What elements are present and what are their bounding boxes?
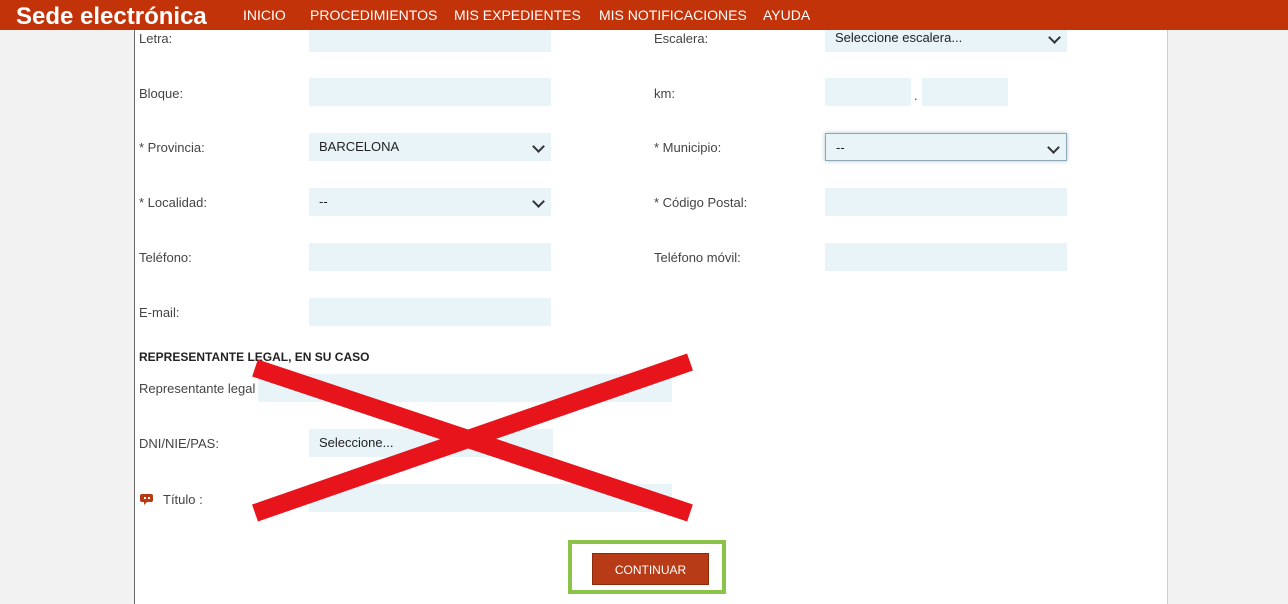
nav-mis-expedientes[interactable]: MIS EXPEDIENTES [454,6,581,24]
bloque-input[interactable] [309,78,551,106]
dni-select[interactable]: Seleccione... [309,429,553,457]
site-brand[interactable]: Sede electrónica [16,4,207,30]
letra-label: Letra: [139,31,173,46]
speech-bubble-icon [140,494,153,505]
nav-procedimientos[interactable]: PROCEDIMIENTOS [310,6,437,24]
chevron-down-icon [532,140,545,153]
titulo-input[interactable] [309,484,672,512]
dni-select-value: Seleccione... [319,435,394,450]
localidad-select-value: -- [319,194,328,209]
representante-section-title: REPRESENTANTE LEGAL, EN SU CASO [139,350,370,364]
chevron-down-icon [1048,31,1061,44]
continuar-button[interactable]: CONTINUAR [592,553,709,585]
provincia-label: * Provincia: [139,140,205,155]
chevron-down-icon [1047,141,1060,154]
localidad-select[interactable]: -- [309,188,551,216]
municipio-label: * Municipio: [654,140,722,155]
escalera-label: Escalera: [654,31,709,46]
municipio-select-value: -- [836,140,845,155]
representante-input[interactable] [258,374,672,402]
nav-inicio[interactable]: INICIO [243,6,286,24]
km-input-decimal[interactable] [922,78,1008,106]
email-label: E-mail: [139,305,180,320]
escalera-select-value: Seleccione escalera... [835,30,963,45]
nav-mis-notificaciones[interactable]: MIS NOTIFICACIONES [599,6,747,24]
nav-ayuda[interactable]: AYUDA [763,6,810,24]
provincia-select[interactable]: BARCELONA [309,133,551,161]
email-input[interactable] [309,298,551,326]
form-panel [134,0,1168,604]
codigo-postal-input[interactable] [825,188,1067,216]
telefono-label: Teléfono: [139,250,192,265]
km-label: km: [654,86,675,101]
top-navigation-bar: Sede electrónica INICIO PROCEDIMIENTOS M… [0,0,1288,30]
bloque-label: Bloque: [139,86,184,101]
titulo-label: Título : [163,492,203,507]
telefono-input[interactable] [309,243,551,271]
localidad-label: * Localidad: [139,195,207,210]
telefono-movil-input[interactable] [825,243,1067,271]
telefono-movil-label: Teléfono móvil: [654,250,741,265]
provincia-select-value: BARCELONA [319,139,400,154]
representante-label: Representante legal : [139,381,263,396]
km-separator: . [914,88,918,103]
dni-label: DNI/NIE/PAS: [139,436,219,451]
codigo-postal-label: * Código Postal: [654,195,748,210]
municipio-select[interactable]: -- [825,133,1067,161]
chevron-down-icon [532,195,545,208]
km-input-integer[interactable] [825,78,911,106]
